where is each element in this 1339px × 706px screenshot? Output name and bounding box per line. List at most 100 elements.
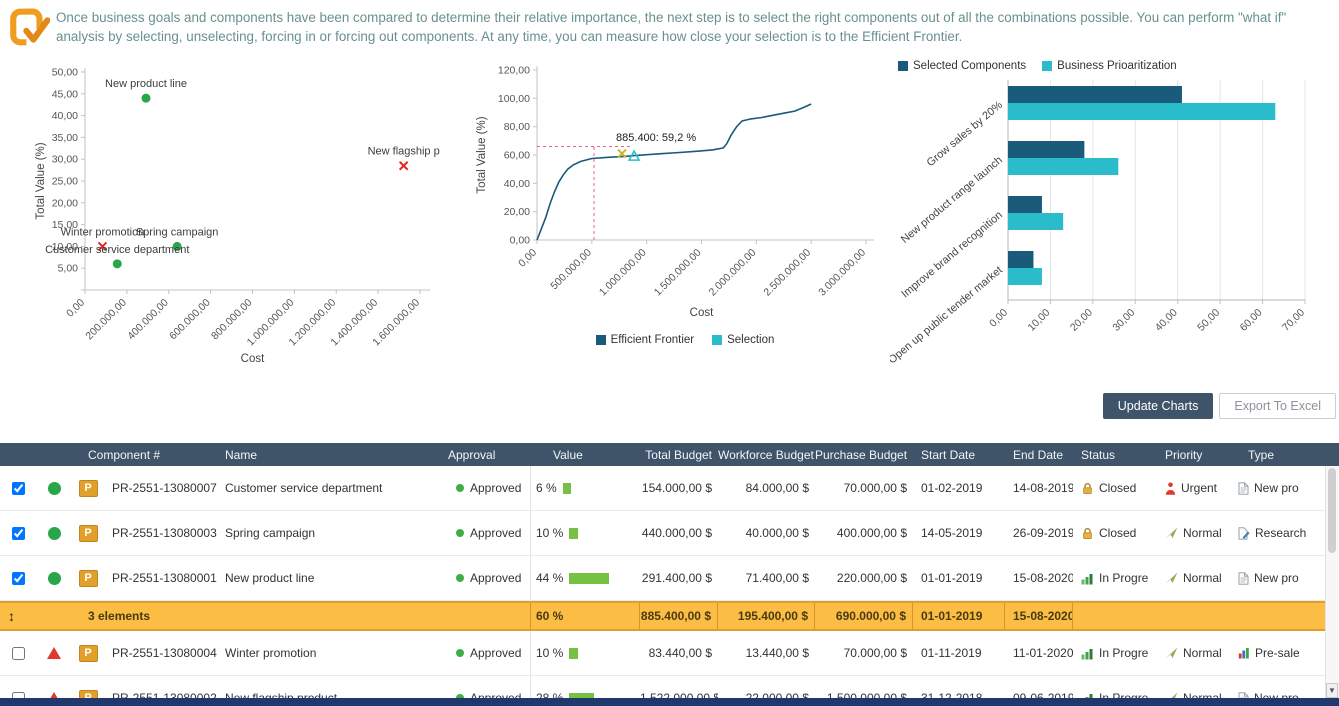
- reorder-handle[interactable]: ↕: [0, 608, 36, 624]
- row-select-checkbox[interactable]: [12, 572, 25, 585]
- column-header-priority[interactable]: Priority: [1158, 448, 1232, 462]
- scroll-down-button[interactable]: ▼: [1326, 683, 1338, 698]
- svg-text:40,00: 40,00: [504, 178, 530, 190]
- excluded-indicator-icon: [36, 647, 72, 659]
- svg-text:Cost: Cost: [241, 353, 265, 365]
- row-select-checkbox[interactable]: [12, 647, 25, 660]
- status-cell: In Progre: [1073, 646, 1158, 660]
- column-header-purchase-budget[interactable]: Purchase Budget: [815, 448, 913, 462]
- table-row[interactable]: PPR-2551-13080007Customer service depart…: [0, 466, 1326, 511]
- svg-text:25,00: 25,00: [52, 176, 78, 188]
- type-cell: Research: [1232, 526, 1326, 540]
- charts-section: 5,0010,0015,0020,0025,0030,0035,0040,004…: [0, 58, 1339, 393]
- column-header-name[interactable]: Name: [218, 448, 448, 462]
- start-date-cell: 01-11-2019: [913, 646, 1005, 660]
- column-header-component-[interactable]: Component #: [88, 448, 218, 462]
- svg-text:0,00: 0,00: [516, 247, 539, 270]
- svg-text:Total Value (%): Total Value (%): [476, 116, 488, 193]
- selected-indicator-icon: [36, 482, 72, 495]
- approval-cell: Approved: [448, 631, 531, 675]
- purchase-budget-cell: 70.000,00 $: [815, 481, 913, 495]
- bar-chart-legend: Selected Components Business Prioaritizat…: [898, 60, 1339, 72]
- row-select-cell: [0, 524, 36, 543]
- summary-purchase-budget: 690.000,00 $: [815, 603, 913, 629]
- end-date-cell: 26-09-2019: [1005, 526, 1073, 540]
- status-cell: In Progre: [1073, 571, 1158, 585]
- svg-text:1.500.000,00: 1.500.000,00: [652, 247, 704, 299]
- legend-swatch: [1042, 61, 1052, 71]
- goals-comparison-bar-chart: Selected Components Business Prioaritizat…: [890, 58, 1339, 377]
- approval-cell: Approved: [448, 466, 531, 510]
- table-row[interactable]: PPR-2551-13080004Winter promotionApprove…: [0, 631, 1326, 676]
- table-header-row: Component #NameApprovalValueTotal Budget…: [0, 443, 1339, 466]
- project-badge-icon: P: [72, 525, 104, 542]
- update-charts-button[interactable]: Update Charts: [1103, 393, 1214, 419]
- priority-cell: Normal: [1158, 646, 1232, 660]
- component-id-cell: PR-2551-13080001: [104, 571, 218, 585]
- scrollbar-thumb[interactable]: [1328, 468, 1336, 553]
- selection-summary-row[interactable]: ↕3 elements60 %885.400,00 $195.400,00 $6…: [0, 601, 1326, 631]
- column-header-total-budget[interactable]: Total Budget: [640, 448, 718, 462]
- svg-text:New flagship p: New flagship p: [368, 146, 440, 158]
- row-select-checkbox[interactable]: [12, 482, 25, 495]
- row-select-cell: [0, 479, 36, 498]
- table-scrollbar[interactable]: ▼: [1325, 466, 1339, 698]
- table-body: PPR-2551-13080007Customer service depart…: [0, 466, 1339, 706]
- svg-text:Winter promotion: Winter promotion: [61, 226, 145, 238]
- svg-text:3.000.000,00: 3.000.000,00: [816, 247, 868, 299]
- column-header-approval[interactable]: Approval: [448, 448, 531, 462]
- chart-actions: Update Charts Export To Excel: [1103, 393, 1336, 419]
- table-row[interactable]: PPR-2551-13080001New product lineApprove…: [0, 556, 1326, 601]
- summary-workforce-budget: 195.400,00 $: [718, 603, 815, 629]
- svg-text:500.000,00: 500.000,00: [548, 247, 594, 293]
- approved-dot-icon: [456, 529, 464, 537]
- summary-total-budget: 885.400,00 $: [640, 603, 718, 629]
- svg-text:Spring campaign: Spring campaign: [136, 226, 219, 238]
- type-cell: Pre-sale: [1232, 646, 1326, 660]
- name-cell: New product line: [218, 571, 448, 585]
- approved-dot-icon: [456, 649, 464, 657]
- efficient-frontier-legend: Efficient FrontierSelection: [470, 334, 900, 346]
- summary-approval-spacer: [448, 603, 531, 629]
- legend-item: Efficient Frontier: [596, 334, 695, 346]
- efficient-frontier-chart: 0,0020,0040,0060,0080,00100,00120,000,00…: [470, 58, 900, 346]
- legend-swatch: [898, 61, 908, 71]
- approved-dot-icon: [456, 484, 464, 492]
- svg-text:Open up public tender market: Open up public tender market: [890, 264, 1005, 366]
- column-header-end-date[interactable]: End Date: [1005, 448, 1073, 462]
- priority-cell: Normal: [1158, 526, 1232, 540]
- approved-dot-icon: [456, 574, 464, 582]
- svg-text:30,00: 30,00: [52, 154, 78, 166]
- svg-text:50,00: 50,00: [52, 67, 78, 79]
- total-budget-cell: 83.440,00 $: [640, 646, 718, 660]
- column-header-type[interactable]: Type: [1232, 448, 1326, 462]
- up-down-arrow-icon: ↕: [8, 608, 15, 624]
- column-header-value[interactable]: Value: [531, 448, 640, 462]
- svg-text:Customer service department: Customer service department: [45, 244, 189, 256]
- name-cell: Spring campaign: [218, 526, 448, 540]
- value-cell: 10 %: [531, 646, 640, 660]
- bottom-bar: [0, 698, 1339, 706]
- svg-text:30,00: 30,00: [1110, 307, 1137, 334]
- legend-item: Selected Components: [898, 60, 1026, 72]
- row-select-checkbox[interactable]: [12, 527, 25, 540]
- legend-item: Business Prioaritization: [1042, 60, 1177, 72]
- column-header-status[interactable]: Status: [1073, 448, 1158, 462]
- end-date-cell: 15-08-2020: [1005, 571, 1073, 585]
- start-date-cell: 01-01-2019: [913, 571, 1005, 585]
- workforce-budget-cell: 40.000,00 $: [718, 526, 815, 540]
- project-badge-icon: P: [72, 645, 104, 662]
- value-cell: 10 %: [531, 526, 640, 540]
- total-budget-cell: 440.000,00 $: [640, 526, 718, 540]
- summary-label: 3 elements: [36, 609, 448, 623]
- table-row[interactable]: PPR-2551-13080003Spring campaignApproved…: [0, 511, 1326, 556]
- column-header-workforce-budget[interactable]: Workforce Budget: [718, 448, 815, 462]
- export-to-excel-button[interactable]: Export To Excel: [1219, 393, 1336, 419]
- svg-text:Cost: Cost: [690, 307, 714, 319]
- svg-text:35,00: 35,00: [52, 132, 78, 144]
- column-header-start-date[interactable]: Start Date: [913, 448, 1005, 462]
- svg-text:100,00: 100,00: [498, 93, 530, 105]
- project-badge-icon: P: [72, 570, 104, 587]
- value-bar: [569, 573, 609, 584]
- value-bar: [563, 483, 571, 494]
